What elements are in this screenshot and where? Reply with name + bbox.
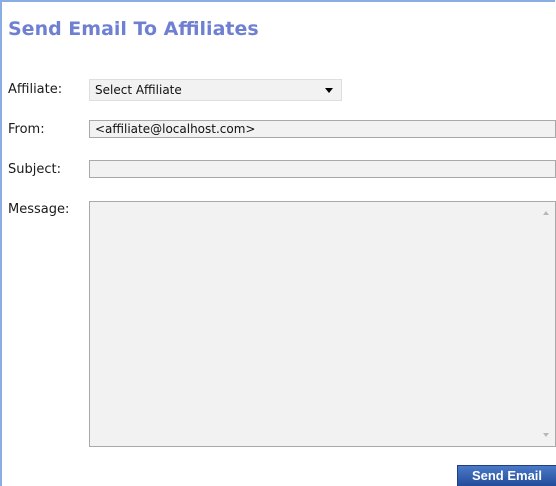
affiliate-label: Affiliate: [8,82,63,97]
from-label: From: [8,122,45,137]
affiliate-select[interactable]: Select Affiliate [89,79,342,101]
subject-label: Subject: [8,162,61,177]
scroll-up-arrow-icon[interactable] [543,211,549,215]
chevron-down-icon [325,88,333,93]
affiliate-select-value: Select Affiliate [95,83,182,97]
send-email-panel: Send Email To Affiliates Affiliate: Sele… [0,0,556,486]
message-textarea[interactable] [89,201,556,447]
send-email-button[interactable]: Send Email [457,465,556,486]
scroll-down-arrow-icon[interactable] [543,433,549,437]
message-label: Message: [8,202,70,217]
page-title: Send Email To Affiliates [8,18,259,40]
subject-field[interactable] [89,160,556,178]
from-field[interactable]: <affiliate@localhost.com> [89,120,556,138]
